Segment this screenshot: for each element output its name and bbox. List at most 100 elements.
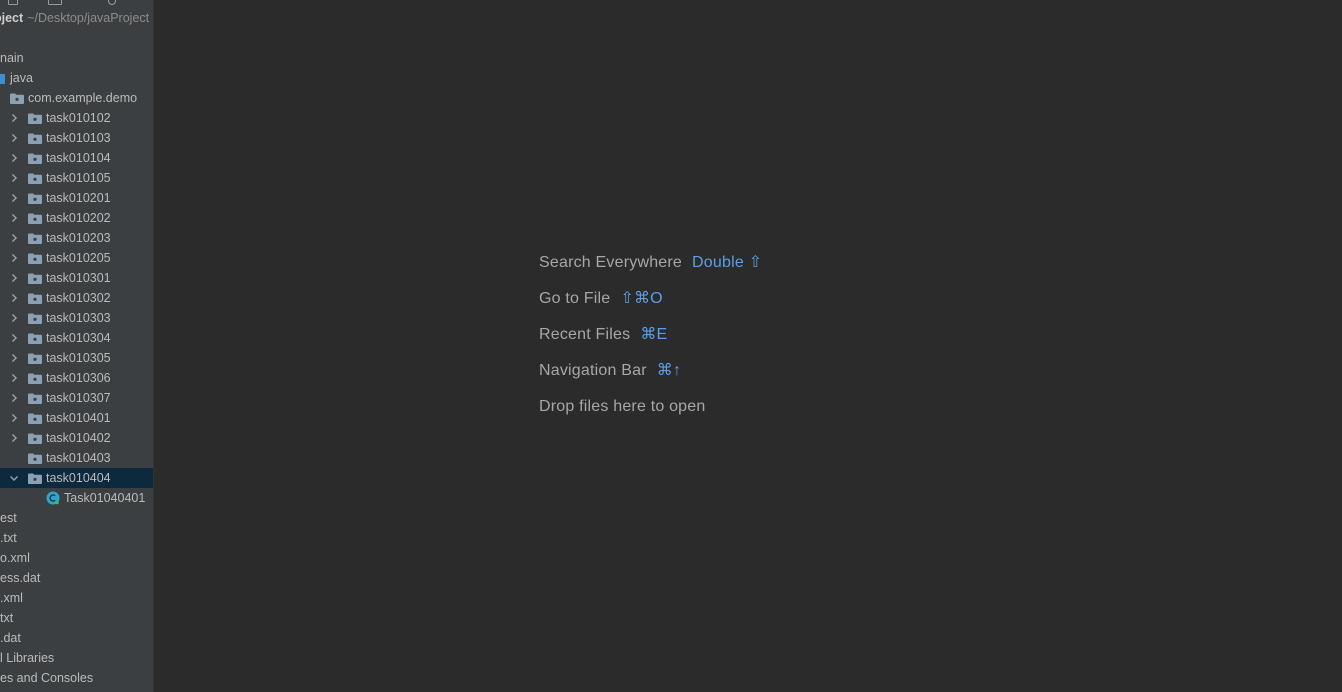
chevron-right-icon[interactable] [10,274,18,282]
tree-row[interactable]: l Libraries [0,648,153,668]
editor-hint: Navigation Bar ⌘↑ [539,361,681,381]
tree-item-label: task010304 [46,331,111,345]
editor-hint: Recent Files ⌘E [539,325,667,345]
options-icon[interactable] [108,0,116,5]
tree-item-label: task010306 [46,371,111,385]
tree-item-label: task010401 [46,411,111,425]
tree-item-label: task010303 [46,311,111,325]
package-folder-icon [28,213,42,224]
chevron-right-icon[interactable] [10,434,18,442]
tree-row[interactable]: task010304 [0,328,153,348]
tree-row[interactable]: .txt [0,528,153,548]
tree-row[interactable]: es and Consoles [0,668,153,688]
package-folder-icon [28,293,42,304]
tree-item-label: Task01040401 [64,491,146,505]
chevron-right-icon[interactable] [10,294,18,302]
tree-row[interactable]: Task01040401 [0,488,153,508]
project-path: ~/Desktop/javaProject [27,11,150,25]
chevron-right-icon[interactable] [10,134,18,142]
tree-item-label: task010404 [46,471,111,485]
tree-row[interactable]: task010305 [0,348,153,368]
package-folder-icon [28,333,42,344]
tree-row[interactable]: task010306 [0,368,153,388]
tree-row[interactable]: nain [0,48,153,68]
tree-item-label: ess.dat [0,571,41,585]
chevron-right-icon[interactable] [10,374,18,382]
tree-row[interactable]: task010307 [0,388,153,408]
project-header[interactable]: oject~/Desktop/javaProject [0,10,149,26]
tree-row[interactable]: task010202 [0,208,153,228]
tree-row[interactable]: task010303 [0,308,153,328]
chevron-right-icon[interactable] [10,254,18,262]
chevron-right-icon[interactable] [10,174,18,182]
source-root-folder-icon [0,74,5,84]
tree-row[interactable]: est [0,508,153,528]
hint-shortcut: Double ⇧ [692,254,763,271]
chevron-right-icon[interactable] [10,414,18,422]
hint-text: Recent Files [539,326,631,343]
package-folder-icon [28,193,42,204]
package-folder-icon [28,313,42,324]
tree-row[interactable]: task010302 [0,288,153,308]
package-folder-icon [28,173,42,184]
tree-item-label: task010301 [46,271,111,285]
collapse-all-icon[interactable] [48,0,62,5]
java-class-icon [46,491,60,505]
tree-row[interactable]: o.xml [0,548,153,568]
chevron-right-icon[interactable] [10,154,18,162]
chevron-right-icon[interactable] [10,114,18,122]
tree-row[interactable]: task010401 [0,408,153,428]
tree-row[interactable]: task010403 [0,448,153,468]
project-name: oject [0,11,24,25]
tree-item-label: es and Consoles [0,671,94,685]
tree-item-label: .xml [0,591,23,605]
ide-window: oject~/Desktop/javaProject nain java com.e… [0,0,1342,692]
tree-item-label: task010403 [46,451,111,465]
tree-row[interactable]: .dat [0,628,153,648]
tree-row[interactable]: ess.dat [0,568,153,588]
tree-row[interactable]: java [0,68,153,88]
tree-row[interactable]: com.example.demo [0,88,153,108]
tree-row[interactable]: task010402 [0,428,153,448]
tree-row[interactable]: task010404 [0,468,153,488]
chevron-right-icon[interactable] [10,214,18,222]
hint-text: Search Everywhere [539,254,683,271]
tree-item-label: task010402 [46,431,111,445]
toolbar-icon[interactable] [8,0,18,5]
chevron-right-icon[interactable] [10,194,18,202]
chevron-right-icon[interactable] [10,234,18,242]
tree-row[interactable]: task010201 [0,188,153,208]
package-folder-icon [28,473,42,484]
editor-empty-area[interactable]: Search Everywhere Double ⇧ Go to File ⇧⌘O Re… [154,0,1342,692]
tree-item-label: task010203 [46,231,111,245]
package-folder-icon [28,253,42,264]
tree-item-label: txt [0,611,14,625]
package-folder-icon [28,373,42,384]
tree-item-label: o.xml [0,551,30,565]
chevron-down-icon[interactable] [10,474,18,482]
package-folder-icon [28,453,42,464]
tree-item-label: task010102 [46,111,111,125]
tree-row[interactable]: task010205 [0,248,153,268]
hint-text: Go to File [539,290,611,307]
hint-shortcut: ⌘E [640,326,668,343]
tree-row[interactable]: .xml [0,588,153,608]
tree-row[interactable]: task010203 [0,228,153,248]
hint-shortcut: ⌘↑ [656,362,682,379]
tree-row[interactable]: task010103 [0,128,153,148]
package-folder-icon [28,413,42,424]
chevron-right-icon[interactable] [10,394,18,402]
chevron-right-icon[interactable] [10,334,18,342]
tree-row[interactable]: task010104 [0,148,153,168]
tree-item-label: task010205 [46,251,111,265]
tree-item-label: l Libraries [0,651,55,665]
tree-row[interactable]: txt [0,608,153,628]
chevron-right-icon[interactable] [10,354,18,362]
tree-row[interactable]: task010105 [0,168,153,188]
tree-row[interactable]: task010301 [0,268,153,288]
tool-window-toolbar [0,0,153,5]
chevron-right-icon[interactable] [10,314,18,322]
tree-item-label: .txt [0,531,17,545]
tree-row[interactable]: task010102 [0,108,153,128]
tree-item-label: task010307 [46,391,111,405]
